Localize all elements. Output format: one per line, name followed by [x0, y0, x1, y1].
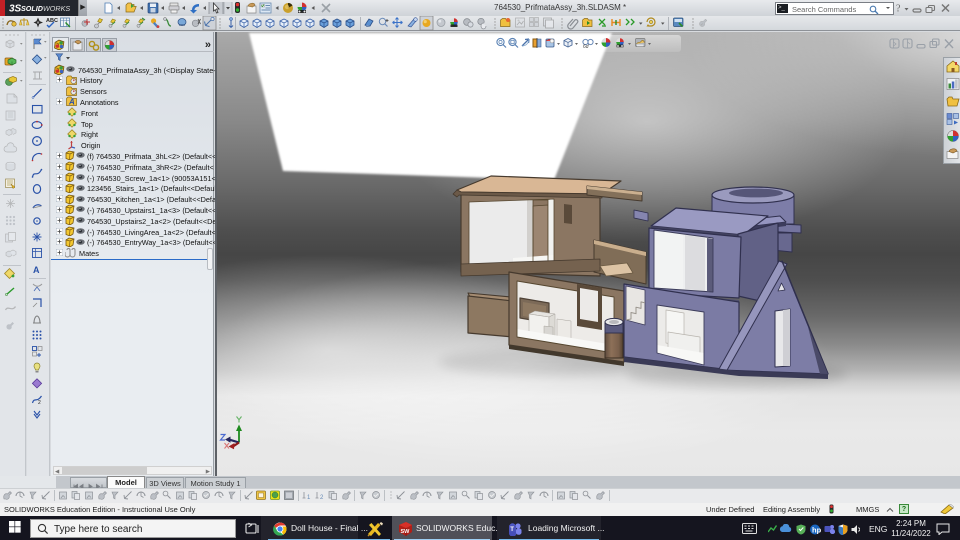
- svg-text:T: T: [510, 527, 514, 533]
- svg-text:1: 1: [307, 495, 311, 501]
- svg-text:SOLID: SOLID: [21, 4, 43, 13]
- svg-text:SW: SW: [401, 529, 411, 535]
- svg-text:6d: 6d: [583, 44, 589, 50]
- svg-text:A: A: [68, 98, 75, 107]
- svg-text:2: 2: [38, 400, 41, 406]
- svg-text:?: ?: [896, 4, 901, 15]
- svg-text:3S: 3S: [9, 4, 22, 15]
- svg-text:WORKS: WORKS: [43, 4, 70, 13]
- svg-text:A: A: [33, 265, 40, 275]
- svg-text:hp: hp: [812, 526, 822, 535]
- svg-text:2: 2: [320, 495, 324, 501]
